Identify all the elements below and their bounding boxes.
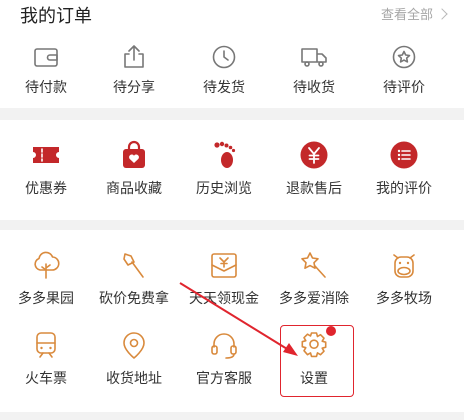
service-item-label: 砍价免费拿 — [99, 291, 169, 307]
service-item-daily-cash[interactable]: 天天领现金 — [178, 250, 270, 308]
orders-title: 我的订单 — [20, 6, 92, 27]
tools-card: 优惠券 商品收藏 历史浏览 退款售后 我的评价 — [0, 120, 464, 220]
service-item-address[interactable]: 收货地址 — [88, 330, 180, 388]
service-item-label: 火车票 — [25, 371, 67, 387]
service-item-label: 收货地址 — [106, 371, 162, 387]
order-item-pending-share[interactable]: 待分享 — [88, 45, 180, 97]
tool-item-label: 商品收藏 — [106, 181, 162, 197]
tool-item-my-reviews[interactable]: 我的评价 — [358, 140, 450, 198]
share-icon — [124, 45, 144, 68]
star-badge-icon — [392, 45, 416, 69]
location-icon — [123, 332, 145, 359]
train-icon — [36, 332, 56, 358]
truck-icon — [301, 48, 327, 67]
comment-list-icon — [390, 141, 418, 169]
cash-envelope-icon — [211, 253, 237, 278]
service-item-bargain[interactable]: 砍价免费拿 — [88, 250, 180, 308]
service-item-match-game[interactable]: 多多爱消除 — [268, 250, 360, 308]
service-item-label: 官方客服 — [196, 371, 252, 387]
order-item-pending-review[interactable]: 待评价 — [358, 45, 450, 97]
footprint-icon — [214, 141, 236, 168]
orders-card: 我的订单 查看全部 待付款 待分享 待发货 待收货 待评价 — [0, 0, 464, 108]
tool-item-favorites[interactable]: 商品收藏 — [88, 140, 180, 198]
service-item-train-tickets[interactable]: 火车票 — [0, 330, 92, 388]
service-item-label: 多多爱消除 — [279, 291, 349, 307]
order-item-label: 待发货 — [203, 80, 245, 96]
refund-yen-icon — [300, 141, 328, 169]
service-item-ranch[interactable]: 多多牧场 — [358, 250, 450, 308]
order-item-label: 待分享 — [113, 80, 155, 96]
coupon-icon — [33, 147, 59, 163]
view-all-orders-link[interactable]: 查看全部 — [380, 4, 448, 23]
axe-icon — [123, 253, 144, 278]
cow-icon — [393, 254, 415, 278]
order-item-pending-ship[interactable]: 待发货 — [178, 45, 270, 97]
order-item-label: 待收货 — [293, 80, 335, 96]
tool-item-coupons[interactable]: 优惠券 — [0, 140, 92, 198]
service-item-orchard[interactable]: 多多果园 — [0, 250, 92, 308]
services-card: 多多果园 砍价免费拿 天天领现金 多多爱消除 多多牧场 火车票 收货地址 官方客… — [0, 230, 464, 412]
view-all-label: 查看全部 — [380, 8, 433, 23]
service-item-label: 多多果园 — [18, 291, 74, 307]
service-item-customer-service[interactable]: 官方客服 — [178, 330, 270, 388]
wallet-icon — [34, 48, 58, 67]
chevron-right-icon — [436, 8, 448, 20]
tree-icon — [34, 251, 60, 279]
order-item-pending-payment[interactable]: 待付款 — [0, 45, 92, 97]
headset-icon — [211, 333, 237, 359]
order-item-label: 待评价 — [383, 80, 425, 96]
order-item-label: 待付款 — [25, 80, 67, 96]
order-item-pending-receive[interactable]: 待收货 — [268, 45, 360, 97]
settings-highlight-box — [280, 325, 354, 397]
tool-item-label: 历史浏览 — [196, 181, 252, 197]
tool-item-refund[interactable]: 退款售后 — [268, 140, 360, 198]
service-item-label: 多多牧场 — [376, 291, 432, 307]
star-wand-icon — [301, 252, 326, 278]
tool-item-label: 优惠券 — [25, 181, 67, 197]
favorite-bag-icon — [123, 140, 145, 168]
clock-icon — [212, 45, 236, 69]
tool-item-label: 我的评价 — [376, 181, 432, 197]
tool-item-history[interactable]: 历史浏览 — [178, 140, 270, 198]
service-item-label: 天天领现金 — [189, 291, 259, 307]
tool-item-label: 退款售后 — [286, 181, 342, 197]
